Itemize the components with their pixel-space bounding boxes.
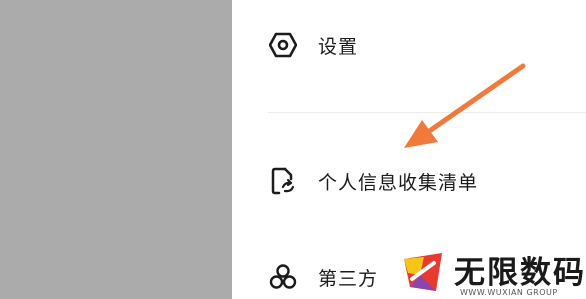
watermark-logo-icon — [404, 253, 442, 291]
watermark: 无限数码 WWW.WUXIAN GROUP — [400, 245, 586, 299]
watermark-title: 无限数码 — [454, 255, 586, 291]
watermark-subtitle: WWW.WUXIAN GROUP — [460, 288, 558, 297]
